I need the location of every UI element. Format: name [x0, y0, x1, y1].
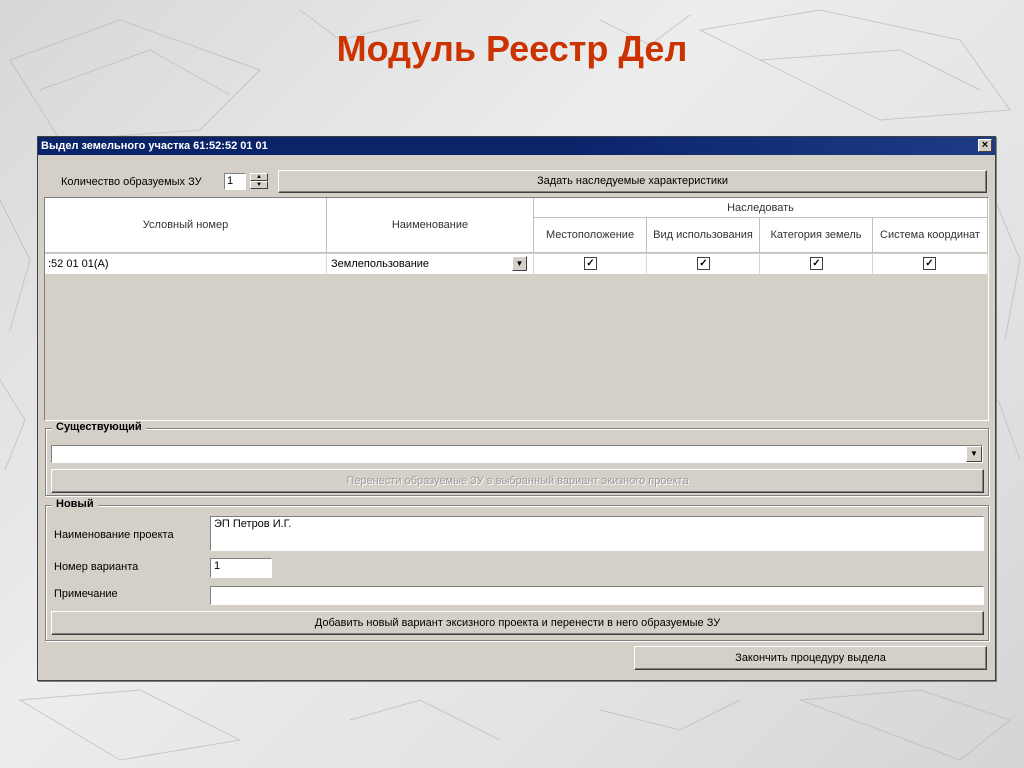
- category-checkbox[interactable]: ✓: [810, 257, 823, 270]
- new-group-title: Новый: [52, 498, 98, 510]
- existing-group: Существующий ▼ Перенести образуемые ЗУ в…: [45, 421, 989, 496]
- note-input[interactable]: [210, 586, 984, 605]
- existing-project-select[interactable]: ▼: [51, 445, 983, 463]
- coords-checkbox[interactable]: ✓: [923, 257, 936, 270]
- cell-number[interactable]: :52 01 01(А): [45, 254, 327, 274]
- header-number[interactable]: Условный номер: [45, 198, 327, 253]
- split-parcel-window: Выдел земельного участка 61:52:52 01 01 …: [37, 136, 996, 681]
- slide-title: Модуль Реестр Дел: [336, 28, 688, 69]
- transfer-button[interactable]: Перенести образуемые ЗУ в выбранный вари…: [51, 469, 984, 493]
- window-title: Выдел земельного участка 61:52:52 01 01: [41, 140, 268, 152]
- count-input[interactable]: 1: [224, 173, 246, 190]
- finish-button[interactable]: Закончить процедуру выдела: [634, 646, 987, 670]
- note-label: Примечание: [54, 588, 118, 600]
- count-spinner[interactable]: ▲ ▼: [250, 173, 268, 190]
- cell-name-value: Землепользование: [331, 258, 430, 270]
- header-use[interactable]: Вид использования: [647, 218, 760, 253]
- chevron-down-icon[interactable]: ▼: [966, 446, 982, 462]
- cell-location: ✓: [534, 254, 647, 274]
- set-inherited-button[interactable]: Задать наследуемые характеристики: [278, 170, 987, 193]
- cell-coords: ✓: [873, 254, 988, 274]
- window-titlebar: Выдел земельного участка 61:52:52 01 01 …: [38, 137, 995, 155]
- chevron-down-icon[interactable]: ▼: [512, 256, 527, 271]
- spin-up-icon[interactable]: ▲: [250, 173, 268, 181]
- close-button[interactable]: ×: [978, 139, 992, 152]
- parcels-grid: Условный номер Наименование Наследовать …: [44, 197, 989, 421]
- use-checkbox[interactable]: ✓: [697, 257, 710, 270]
- add-variant-button[interactable]: Добавить новый вариант эксизного проекта…: [51, 611, 984, 635]
- count-label: Количество образуемых ЗУ: [61, 176, 202, 188]
- cell-use: ✓: [647, 254, 760, 274]
- existing-group-title: Существующий: [52, 421, 146, 433]
- cell-name-select[interactable]: Землепользование ▼: [327, 254, 534, 274]
- new-group: Новый Наименование проекта ЭП Петров И.Г…: [45, 498, 989, 641]
- header-category[interactable]: Категория земель: [760, 218, 873, 253]
- variant-label: Номер варианта: [54, 561, 139, 573]
- header-location[interactable]: Местоположение: [534, 218, 647, 253]
- header-coords[interactable]: Система координат: [873, 218, 988, 253]
- variant-input[interactable]: 1: [210, 558, 272, 578]
- location-checkbox[interactable]: ✓: [584, 257, 597, 270]
- cell-category: ✓: [760, 254, 873, 274]
- project-name-input[interactable]: ЭП Петров И.Г.: [210, 516, 984, 551]
- spin-down-icon[interactable]: ▼: [250, 181, 268, 189]
- header-inherit-group: Наследовать: [534, 198, 988, 218]
- project-name-label: Наименование проекта: [54, 529, 174, 541]
- header-name[interactable]: Наименование: [327, 198, 534, 253]
